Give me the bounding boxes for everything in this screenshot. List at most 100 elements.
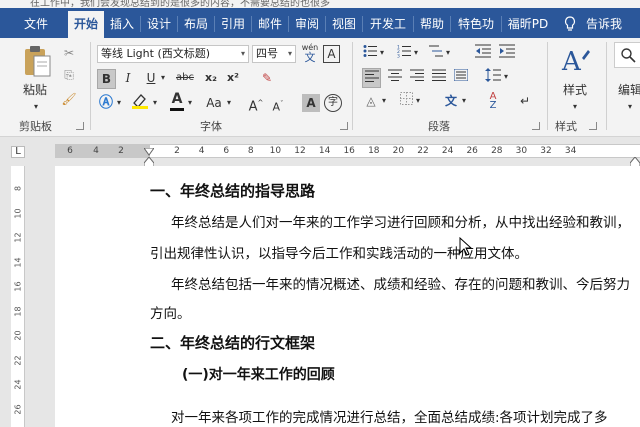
ruler-number: 16 <box>343 146 355 156</box>
tab-mailings[interactable]: 邮件 <box>254 13 286 35</box>
styles-gallery-icon[interactable]: A <box>560 44 590 78</box>
ruler-number: 14 <box>318 146 331 156</box>
styles-launcher-icon[interactable] <box>589 122 597 130</box>
ruler-number: 18 <box>368 146 380 156</box>
character-border-icon[interactable]: A <box>323 45 340 63</box>
numbering-dropdown-chevron-down-icon[interactable]: ▾ <box>412 44 420 62</box>
tell-me-search[interactable]: 告诉我 <box>582 13 626 35</box>
styles-dropdown-chevron-down-icon[interactable]: ▾ <box>571 98 579 116</box>
tab-home[interactable]: 开始 <box>68 11 104 38</box>
tab-separator <box>251 16 252 32</box>
tab-layout[interactable]: 布局 <box>180 13 212 35</box>
shading-paint-bucket-icon[interactable]: ◬ <box>362 92 380 110</box>
enclose-characters-button[interactable]: 字 <box>324 94 342 112</box>
font-name-combobox[interactable]: 等线 Light (西文标题) ▾ <box>97 45 249 63</box>
font-color-dropdown-chevron-down-icon[interactable]: ▾ <box>186 94 194 112</box>
hanging-indent-marker[interactable] <box>143 154 155 170</box>
tab-foxit-pdf[interactable]: 福昕PD <box>504 13 552 35</box>
cut-icon[interactable]: ✂ <box>60 44 78 62</box>
highlight-dropdown-chevron-down-icon[interactable]: ▾ <box>151 94 159 112</box>
paste-button[interactable]: 粘贴 <box>18 81 52 99</box>
ruler-number: 6 <box>67 146 73 156</box>
distributed-icon[interactable] <box>452 68 470 86</box>
shading-dropdown-chevron-down-icon[interactable]: ▾ <box>380 92 388 110</box>
editing-button[interactable]: 编辑 <box>618 81 640 99</box>
vertical-ruler-number: 12 <box>13 232 23 243</box>
font-size-combobox[interactable]: 四号 ▾ <box>252 45 296 63</box>
tab-separator <box>450 16 451 32</box>
highlight-color-icon[interactable] <box>129 92 151 112</box>
underline-dropdown-chevron-down-icon[interactable]: ▾ <box>158 69 168 87</box>
change-case-button[interactable]: Aa <box>203 94 225 112</box>
font-color-icon[interactable]: A <box>168 91 186 111</box>
right-indent-marker[interactable] <box>629 154 640 170</box>
editing-dropdown-chevron-down-icon[interactable]: ▾ <box>626 98 634 116</box>
paragraph-launcher-icon[interactable] <box>532 122 540 130</box>
align-right-icon[interactable] <box>408 68 426 86</box>
copy-icon[interactable]: ⎘ <box>60 66 78 84</box>
shrink-font-button[interactable]: Aˇ <box>270 95 286 117</box>
borders-dropdown-chevron-down-icon[interactable]: ▾ <box>414 92 422 110</box>
ruler-number: 2 <box>118 146 124 156</box>
decrease-indent-icon[interactable] <box>474 44 492 63</box>
line-spacing-icon[interactable] <box>484 68 502 87</box>
first-line-indent-marker[interactable] <box>143 141 155 156</box>
strikethrough-button[interactable]: abc <box>173 69 197 87</box>
tab-view[interactable]: 视图 <box>328 13 360 35</box>
vertical-ruler[interactable]: 810121416182022242628 <box>11 166 25 427</box>
ruler-number: 26 <box>466 146 478 156</box>
clear-formatting-eraser-icon[interactable]: ✎ <box>258 69 276 87</box>
phonetic-guide-icon[interactable]: wén 文 <box>301 43 319 64</box>
chinese-layout-icon[interactable]: 文 <box>442 92 460 110</box>
increase-indent-icon[interactable] <box>498 44 516 63</box>
tab-insert[interactable]: 插入 <box>106 13 138 35</box>
show-formatting-marks-icon[interactable]: ↵ <box>516 92 534 110</box>
title-sliver-text: 在工作中，我们会发现总结到的是很多的内容，不需要总结的也很多 <box>30 0 330 8</box>
ruler-number: 10 <box>269 146 282 156</box>
tab-selector[interactable]: L <box>11 146 25 158</box>
chinese-layout-dropdown-chevron-down-icon[interactable]: ▾ <box>460 92 468 110</box>
align-left-icon[interactable] <box>362 68 381 88</box>
document-page[interactable]: 一、年终总结的指导思路 年终总结是人们对一年来的工作学习进行回顾和分析，从中找出… <box>55 166 640 427</box>
text-effects-dropdown-chevron-down-icon[interactable]: ▾ <box>115 94 123 112</box>
tab-file[interactable]: 文件 <box>14 13 58 35</box>
superscript-button[interactable]: x² <box>224 69 242 87</box>
font-size-value: 四号 <box>256 47 278 60</box>
sort-icon[interactable]: AZ <box>484 92 502 111</box>
multilevel-list-icon[interactable] <box>428 44 444 63</box>
find-magnifier-icon[interactable] <box>614 42 640 68</box>
format-painter-icon[interactable]: 🖌 <box>60 90 78 108</box>
styles-button[interactable]: 样式 <box>556 81 594 99</box>
line-spacing-dropdown-chevron-down-icon[interactable]: ▾ <box>502 68 510 86</box>
bullets-icon[interactable] <box>362 44 378 63</box>
text-effects-icon[interactable]: Ⓐ <box>97 94 115 112</box>
underline-button[interactable]: U <box>144 69 158 87</box>
lightbulb-icon[interactable] <box>560 13 580 35</box>
bold-button[interactable]: B <box>97 69 116 89</box>
justify-icon[interactable] <box>430 68 448 86</box>
tab-review[interactable]: 审阅 <box>291 13 323 35</box>
character-shading-button[interactable]: A <box>302 94 320 112</box>
align-center-icon[interactable] <box>386 68 404 86</box>
numbering-icon[interactable]: 123 <box>396 44 412 63</box>
tab-separator <box>288 16 289 32</box>
clipboard-launcher-icon[interactable] <box>76 122 84 130</box>
tab-design[interactable]: 设计 <box>143 13 175 35</box>
tab-special-features[interactable]: 特色功 <box>453 13 499 35</box>
paste-icon[interactable] <box>20 44 54 80</box>
paste-dropdown-chevron-down-icon[interactable]: ▾ <box>32 98 40 116</box>
tab-references[interactable]: 引用 <box>217 13 249 35</box>
tab-developer[interactable]: 开发工 <box>365 13 411 35</box>
multilevel-dropdown-chevron-down-icon[interactable]: ▾ <box>444 44 452 62</box>
paragraph-3-line-1: 对一年来各项工作的完成情况进行总结，全面总结成绩:各项计划完成了多 <box>171 410 608 426</box>
tab-help[interactable]: 帮助 <box>416 13 448 35</box>
styles-group-label: 样式 <box>555 120 577 133</box>
borders-icon[interactable] <box>398 92 414 110</box>
change-case-dropdown-chevron-down-icon[interactable]: ▾ <box>225 94 233 112</box>
subscript-button[interactable]: x₂ <box>202 69 220 87</box>
italic-button[interactable]: I <box>120 69 136 87</box>
grow-font-button[interactable]: A^ <box>248 94 264 116</box>
font-launcher-icon[interactable] <box>340 122 348 130</box>
group-separator <box>606 42 607 130</box>
bullets-dropdown-chevron-down-icon[interactable]: ▾ <box>378 44 386 62</box>
